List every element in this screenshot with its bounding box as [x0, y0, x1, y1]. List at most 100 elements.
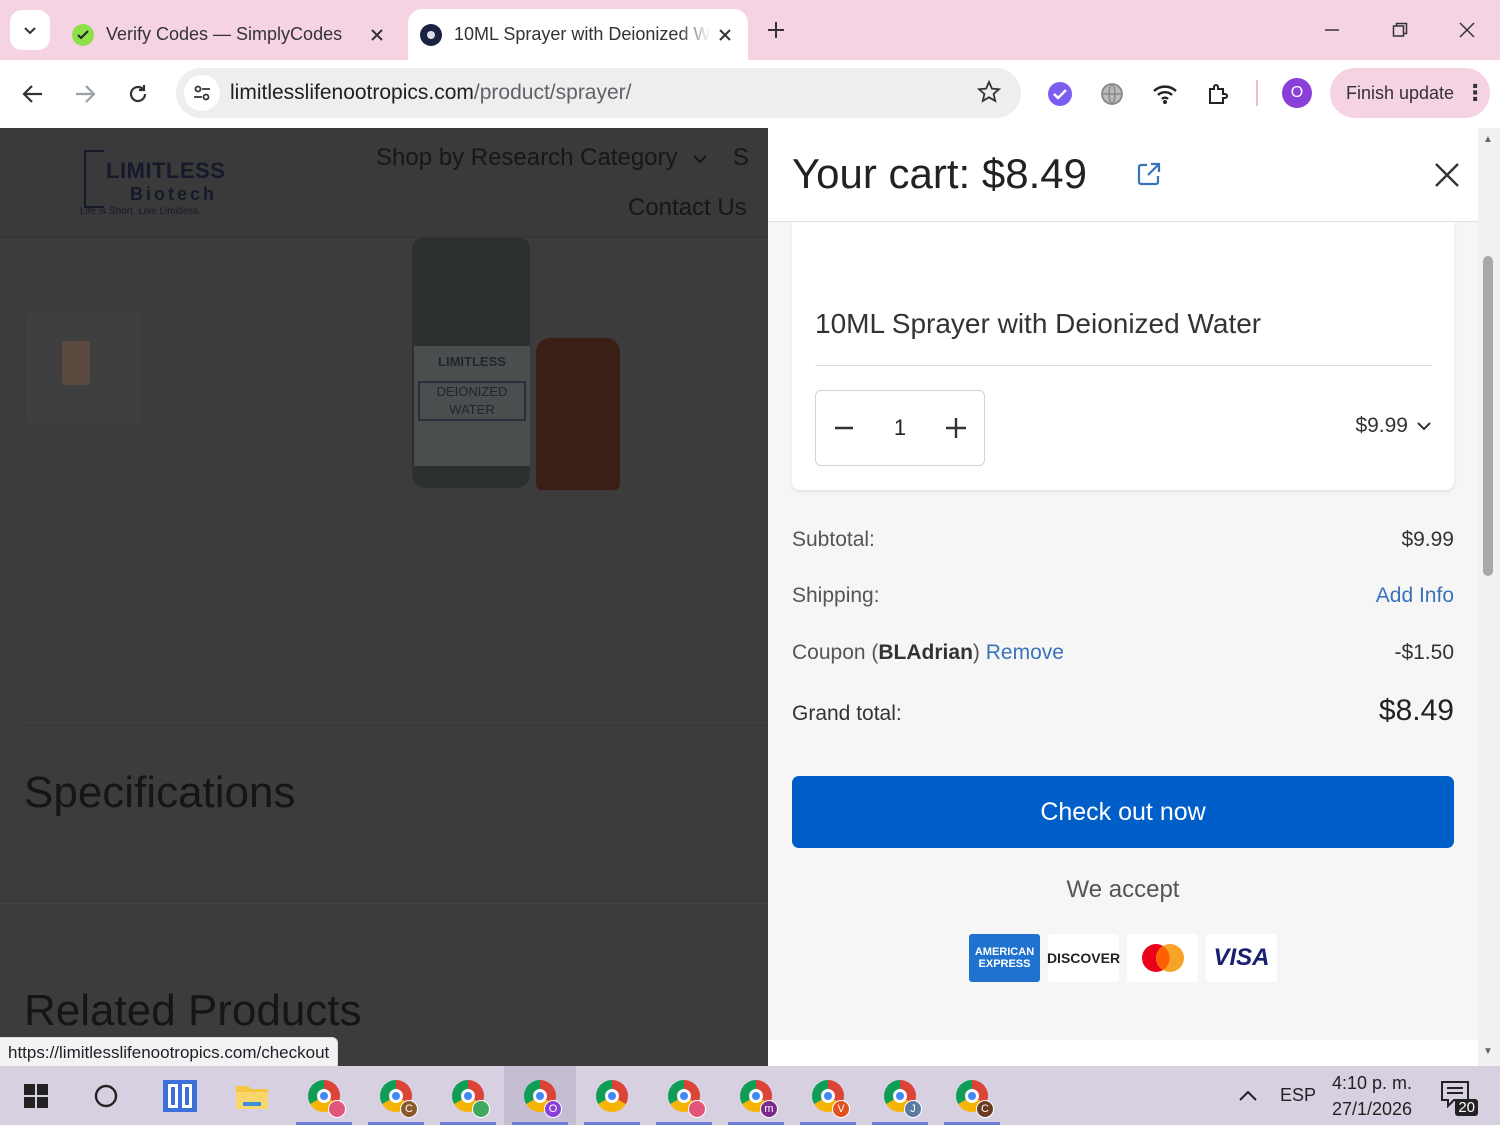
- start-button[interactable]: [0, 1066, 72, 1125]
- specifications-heading: Specifications: [24, 768, 296, 817]
- chrome-taskbar-item[interactable]: [576, 1066, 648, 1125]
- plus-icon: [946, 418, 966, 438]
- related-products-heading: Related Products: [24, 986, 362, 1035]
- clock-time: 4:10 p. m.: [1331, 1073, 1413, 1093]
- divider: [0, 903, 768, 904]
- chrome-taskbar-item[interactable]: [288, 1066, 360, 1125]
- site-settings-icon[interactable]: [184, 75, 220, 111]
- profile-badge: C: [400, 1099, 418, 1118]
- profile-badge: m: [760, 1099, 778, 1118]
- reload-button[interactable]: [118, 74, 158, 114]
- thumbnail-image: [62, 341, 90, 385]
- vial-label: LIMITLESS DEIONIZED WATER: [414, 346, 530, 466]
- visa-icon: VISA: [1206, 934, 1277, 982]
- open-cart-external-icon[interactable]: [1136, 161, 1162, 192]
- tab-search-button[interactable]: [10, 10, 50, 50]
- nav-shop-by-research[interactable]: Shop by Research Category S: [376, 144, 749, 172]
- scroll-down-icon[interactable]: ▼: [1483, 1046, 1493, 1057]
- chrome-taskbar-item[interactable]: [432, 1066, 504, 1125]
- item-name[interactable]: 10ML Sprayer with Deionized Water: [815, 308, 1261, 340]
- close-cart-button[interactable]: [1430, 158, 1464, 192]
- more-menu-icon[interactable]: ⋮: [1464, 82, 1486, 104]
- product-thumbnail[interactable]: [26, 313, 140, 423]
- minimize-icon: [1325, 29, 1339, 31]
- back-button[interactable]: [13, 74, 53, 114]
- notifications-button[interactable]: 20: [1440, 1080, 1478, 1116]
- show-hidden-icons-button[interactable]: [1238, 1066, 1258, 1125]
- site-header: LIMITLESS Biotech Life is Short. Live Li…: [0, 128, 768, 238]
- plus-icon: [768, 22, 784, 38]
- minus-icon: [835, 426, 853, 430]
- search-button[interactable]: [70, 1066, 142, 1125]
- tab-sprayer[interactable]: 10ML Sprayer with Deionized W: [408, 9, 748, 60]
- chrome-taskbar-item[interactable]: V: [792, 1066, 864, 1125]
- chrome-taskbar-item-active[interactable]: O: [504, 1066, 576, 1125]
- shipping-label: Shipping:: [792, 584, 880, 607]
- chevron-up-icon: [1239, 1090, 1257, 1101]
- payment-cards: AMERICAN EXPRESS DISCOVER VISA: [969, 934, 1277, 982]
- chrome-icon: C: [380, 1079, 418, 1118]
- scrollbar-thumb[interactable]: [1483, 256, 1493, 576]
- chrome-taskbar-item[interactable]: C: [936, 1066, 1008, 1125]
- minimize-button[interactable]: [1312, 12, 1352, 48]
- profile-badge: [328, 1099, 346, 1118]
- close-tab-icon[interactable]: [362, 20, 392, 50]
- file-explorer-button[interactable]: [216, 1066, 288, 1125]
- sprayer-bottle-image: [536, 240, 624, 490]
- coupon-suffix: ): [972, 641, 980, 664]
- quantity-value[interactable]: 1: [894, 415, 906, 441]
- quantity-stepper: 1: [815, 390, 985, 466]
- logo-subtext: Biotech: [130, 184, 218, 204]
- decrease-quantity-button[interactable]: [830, 414, 858, 442]
- chrome-icon: [668, 1079, 706, 1118]
- product-image: LIMITLESS DEIONIZED WATER: [410, 238, 625, 493]
- tab-verify-codes[interactable]: Verify Codes — SimplyCodes: [60, 9, 400, 60]
- globe-extension-icon[interactable]: [1096, 78, 1128, 110]
- chrome-taskbar-item[interactable]: J: [864, 1066, 936, 1125]
- close-icon: [1459, 22, 1475, 38]
- chrome-icon: [452, 1079, 490, 1118]
- extension-purple-icon[interactable]: [1044, 78, 1076, 110]
- extensions-puzzle-icon[interactable]: [1202, 78, 1234, 110]
- url-text[interactable]: limitlesslifenootropics.com/product/spra…: [230, 81, 632, 105]
- checkout-button[interactable]: Check out now: [792, 776, 1454, 848]
- site-logo[interactable]: LIMITLESS Biotech Life is Short. Live Li…: [80, 148, 230, 218]
- cart-title: Your cart: $8.49: [792, 150, 1087, 197]
- add-shipping-info-link[interactable]: Add Info: [1376, 584, 1454, 608]
- close-tab-icon[interactable]: [710, 20, 740, 50]
- profile-avatar[interactable]: O: [1282, 78, 1312, 108]
- finish-update-button[interactable]: Finish update ⋮: [1330, 68, 1490, 118]
- new-tab-button[interactable]: [760, 14, 792, 46]
- restore-button[interactable]: [1380, 12, 1420, 48]
- vial-brand: LIMITLESS: [438, 354, 506, 369]
- chrome-taskbar-item[interactable]: [648, 1066, 720, 1125]
- arrow-left-icon: [22, 85, 42, 103]
- windows-taskbar: C O m V J C ESP 4:10 p. m. 27/1/2026 20: [0, 1066, 1500, 1125]
- language-indicator[interactable]: ESP: [1280, 1066, 1316, 1125]
- chevron-down-icon: [24, 27, 36, 35]
- chrome-taskbar-item[interactable]: m: [720, 1066, 792, 1125]
- task-view-button[interactable]: [144, 1066, 216, 1125]
- divider: [24, 722, 768, 723]
- wifi-extension-icon[interactable]: [1149, 78, 1181, 110]
- bookmark-star-icon[interactable]: [976, 79, 1002, 109]
- nav-contact-us[interactable]: Contact Us: [628, 194, 747, 222]
- page-scrollbar[interactable]: ▲ ▼: [1478, 128, 1500, 1066]
- subtotal-row: Subtotal: $9.99: [792, 528, 1454, 552]
- mastercard-icon: [1127, 934, 1198, 982]
- cart-drawer: Your cart: $8.49 10ML Sprayer with Deion…: [768, 128, 1478, 1066]
- forward-button[interactable]: [65, 74, 105, 114]
- restore-icon: [1392, 22, 1408, 37]
- increase-quantity-button[interactable]: [942, 414, 970, 442]
- close-window-button[interactable]: [1447, 12, 1487, 48]
- simplycodes-icon: [72, 23, 94, 46]
- discover-icon: DISCOVER: [1047, 934, 1120, 982]
- cart-header: Your cart: $8.49: [768, 128, 1478, 222]
- address-bar[interactable]: limitlesslifenootropics.com/product/spra…: [176, 68, 1021, 118]
- item-price-toggle[interactable]: $9.99: [1355, 414, 1432, 438]
- scroll-up-icon[interactable]: ▲: [1483, 134, 1493, 145]
- chrome-taskbar-item[interactable]: C: [360, 1066, 432, 1125]
- system-clock[interactable]: 4:10 p. m. 27/1/2026: [1322, 1070, 1422, 1122]
- remove-coupon-link[interactable]: Remove: [986, 641, 1064, 664]
- vial-label-text: DEIONIZED WATER: [418, 381, 526, 421]
